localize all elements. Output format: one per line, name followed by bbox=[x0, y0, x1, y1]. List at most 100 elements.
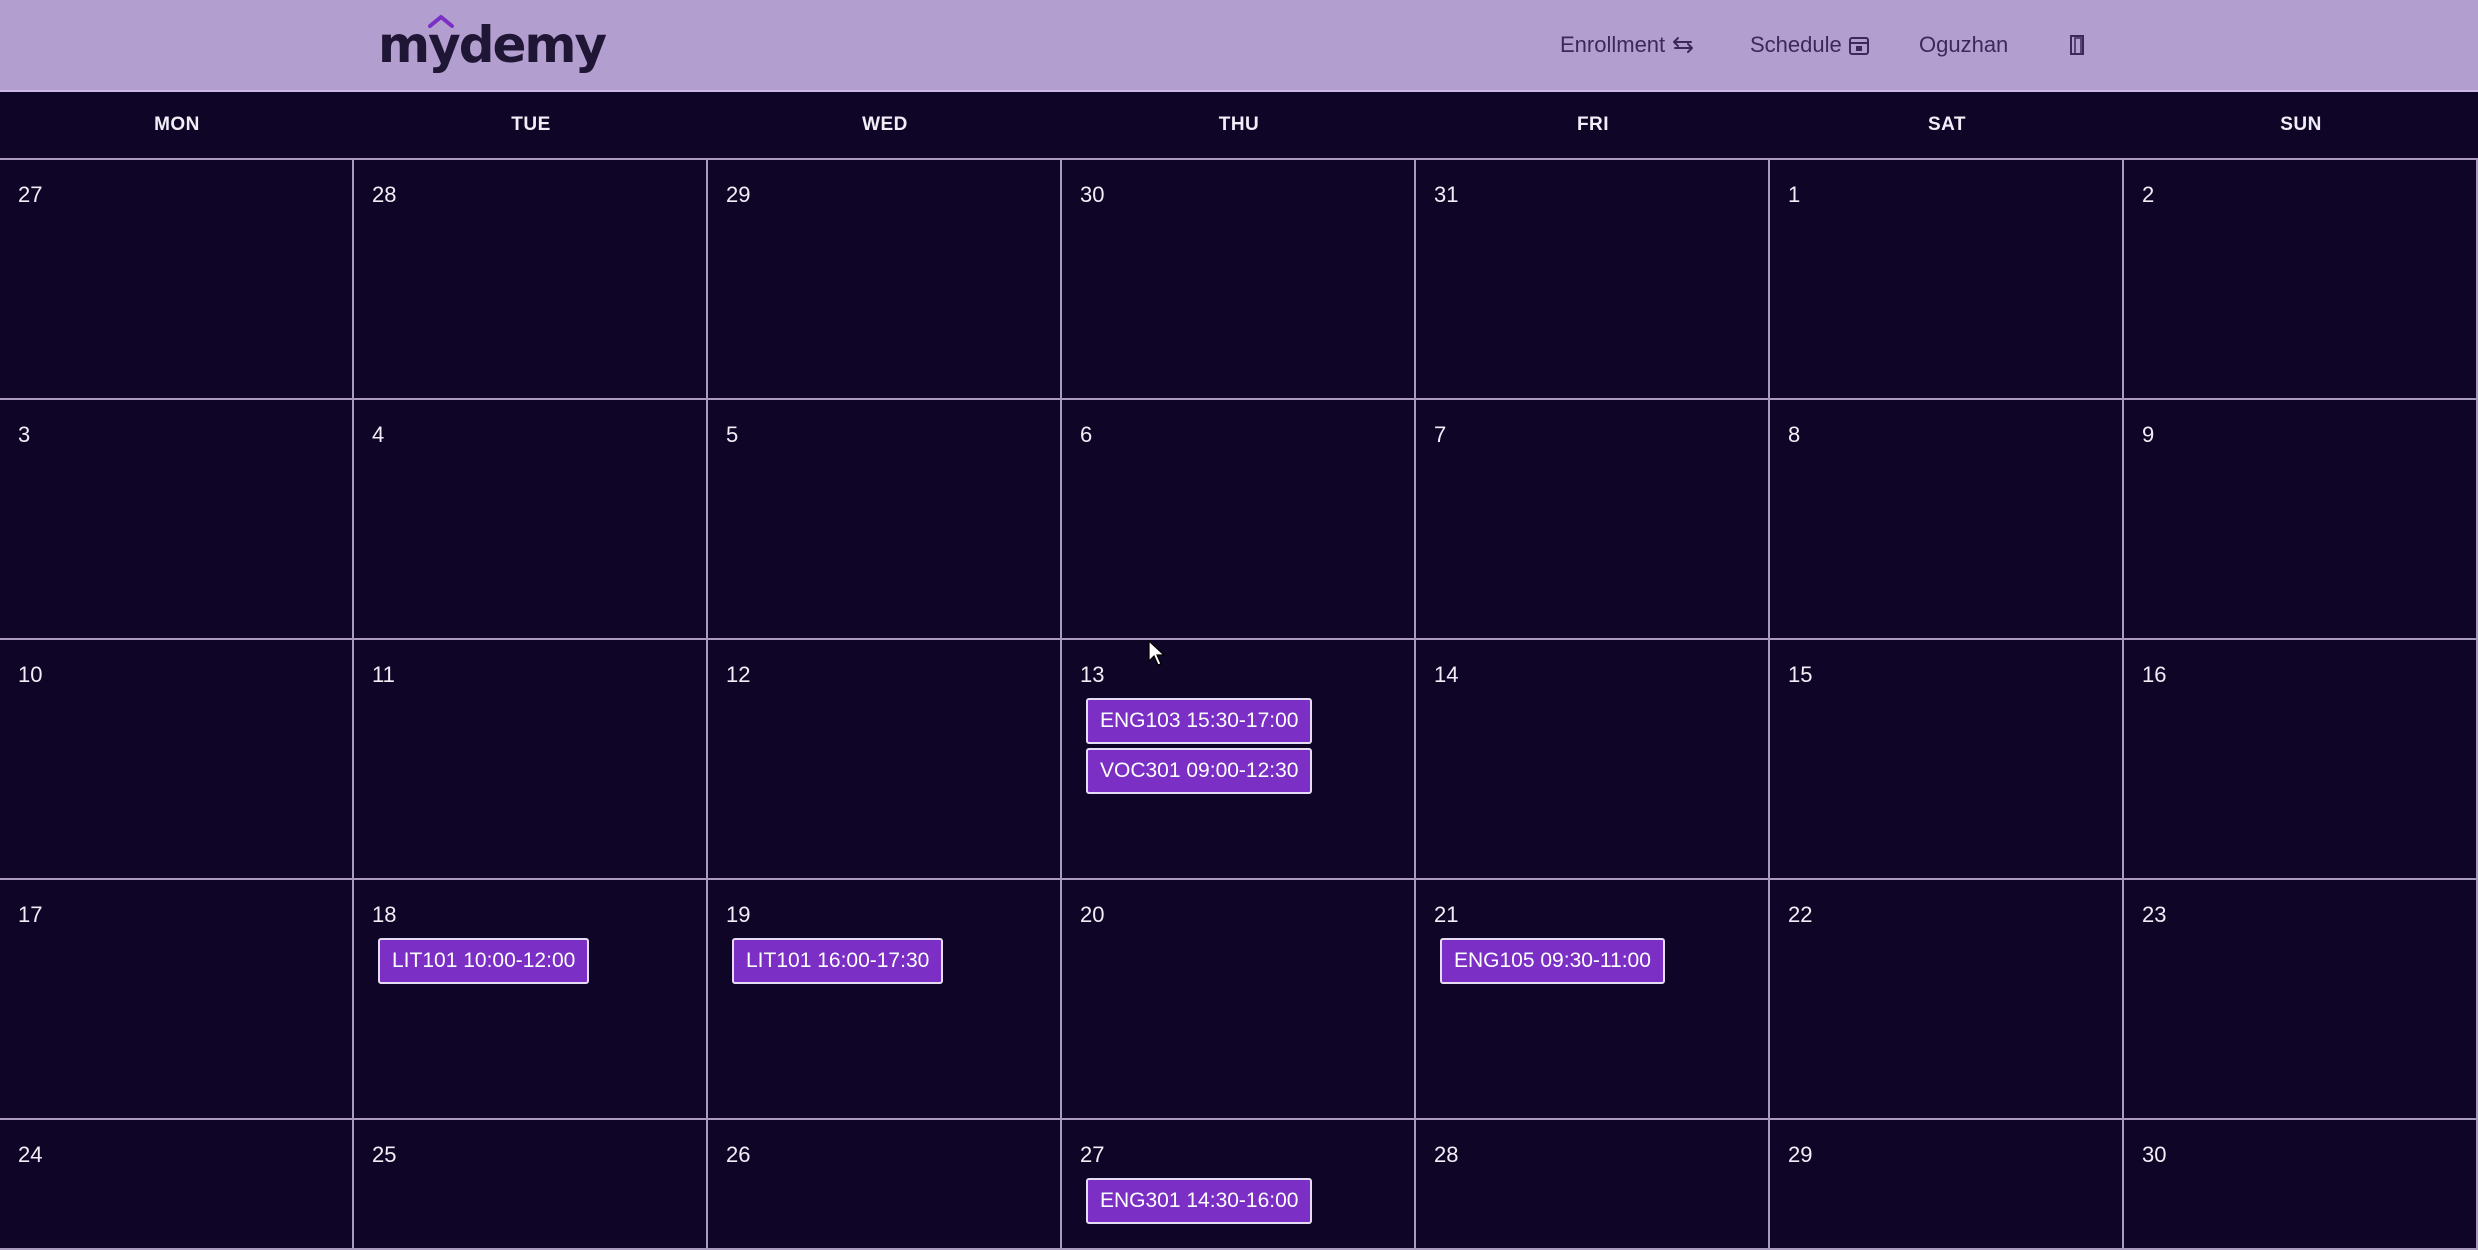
day-number: 18 bbox=[372, 902, 397, 927]
calendar-day-cell[interactable]: 6 bbox=[1062, 400, 1416, 640]
weekday-header-row: MON TUE WED THU FRI SAT SUN bbox=[0, 92, 2478, 160]
day-number: 11 bbox=[372, 662, 395, 687]
calendar-day-cell[interactable]: 8 bbox=[1770, 400, 2124, 640]
day-number: 15 bbox=[1788, 662, 1813, 687]
day-number: 26 bbox=[726, 1142, 751, 1167]
calendar-day-cell[interactable]: 27 bbox=[0, 160, 354, 400]
day-number: 6 bbox=[1080, 422, 1093, 447]
nav-enrollment-label: Enrollment bbox=[1560, 32, 1666, 57]
day-number: 27 bbox=[1080, 1142, 1105, 1167]
calendar-day-cell[interactable]: 20 bbox=[1062, 880, 1416, 1120]
calendar-day-cell[interactable]: 4 bbox=[354, 400, 708, 640]
calendar-day-cell[interactable]: 16 bbox=[2124, 640, 2478, 880]
calendar-day-cell[interactable]: 7 bbox=[1416, 400, 1770, 640]
calendar-day-cell[interactable]: 14 bbox=[1416, 640, 1770, 880]
nav-schedule-label: Schedule bbox=[1750, 32, 1842, 57]
calendar-event[interactable]: ENG105 09:30-11:00 bbox=[1440, 938, 1665, 984]
day-number: 19 bbox=[726, 902, 751, 927]
calendar-event[interactable]: LIT101 10:00-12:00 bbox=[378, 938, 590, 984]
calendar-day-cell[interactable]: 12 bbox=[708, 640, 1062, 880]
calendar-day-cell[interactable]: 10 bbox=[0, 640, 354, 880]
calendar-day-cell[interactable]: 30 bbox=[1062, 160, 1416, 400]
swap-arrows-icon bbox=[1671, 35, 1695, 55]
calendar-day-cell[interactable]: 19 LIT101 16:00-17:30 bbox=[708, 880, 1062, 1120]
weekday-header-wed: WED bbox=[862, 114, 908, 135]
day-number: 3 bbox=[18, 422, 31, 447]
day-number: 31 bbox=[1434, 182, 1459, 207]
calendar-day-cell[interactable]: 31 bbox=[1416, 160, 1770, 400]
weekday-header-tue: TUE bbox=[511, 114, 551, 135]
calendar-day-cell[interactable]: 21 ENG105 09:30-11:00 bbox=[1416, 880, 1770, 1120]
graduation-cap-icon bbox=[428, 15, 454, 28]
calendar-day-cell[interactable]: 30 bbox=[2124, 1120, 2478, 1250]
day-number: 28 bbox=[1434, 1142, 1459, 1167]
day-number: 10 bbox=[18, 662, 43, 687]
calendar-icon bbox=[1848, 34, 1870, 56]
day-number: 28 bbox=[372, 182, 397, 207]
calendar-event[interactable]: ENG103 15:30-17:00 bbox=[1086, 698, 1313, 744]
month-calendar-grid: 27 28 29 30 31 1 2 3 4 5 6 7 8 9 10 11 12 13 ENG103 15:30-… bbox=[0, 160, 2478, 1250]
calendar-day-cell[interactable]: 25 bbox=[354, 1120, 708, 1250]
day-number: 8 bbox=[1788, 422, 1801, 447]
nav-schedule-link[interactable]: Schedule bbox=[1750, 32, 1870, 58]
day-number: 12 bbox=[726, 662, 751, 687]
calendar-day-cell[interactable]: 13 ENG103 15:30-17:00 VOC301 09:00-12:30 bbox=[1062, 640, 1416, 880]
calendar-day-cell[interactable]: 28 bbox=[1416, 1120, 1770, 1250]
weekday-header-mon: MON bbox=[154, 114, 200, 135]
calendar-day-cell[interactable]: 27 ENG301 14:30-16:00 bbox=[1062, 1120, 1416, 1250]
user-name: Oguzhan bbox=[1919, 32, 2009, 57]
day-number: 29 bbox=[1788, 1142, 1813, 1167]
nav-enrollment-link[interactable]: Enrollment bbox=[1560, 32, 1695, 58]
day-number: 7 bbox=[1434, 422, 1447, 447]
day-number: 13 bbox=[1080, 662, 1105, 687]
day-number: 16 bbox=[2142, 662, 2167, 687]
calendar-day-cell[interactable]: 1 bbox=[1770, 160, 2124, 400]
weekday-header-sun: SUN bbox=[2280, 114, 2322, 135]
day-number: 27 bbox=[18, 182, 43, 207]
nav-user-link[interactable]: Oguzhan bbox=[1919, 32, 2008, 58]
calendar-day-cell[interactable]: 15 bbox=[1770, 640, 2124, 880]
day-number: 5 bbox=[726, 422, 739, 447]
day-number: 30 bbox=[2142, 1142, 2167, 1167]
day-number: 25 bbox=[372, 1142, 397, 1167]
mydemy-logo[interactable]: mydemy bbox=[378, 10, 607, 80]
calendar-day-cell[interactable]: 3 bbox=[0, 400, 354, 640]
day-number: 2 bbox=[2142, 182, 2155, 207]
day-number: 21 bbox=[1434, 902, 1459, 927]
day-number: 1 bbox=[1788, 182, 1801, 207]
calendar-day-cell[interactable]: 26 bbox=[708, 1120, 1062, 1250]
day-number: 9 bbox=[2142, 422, 2155, 447]
day-number: 30 bbox=[1080, 182, 1105, 207]
calendar-day-cell[interactable]: 11 bbox=[354, 640, 708, 880]
weekday-header-sat: SAT bbox=[1927, 114, 1967, 135]
calendar-day-cell[interactable]: 2 bbox=[2124, 160, 2478, 400]
day-number: 23 bbox=[2142, 902, 2167, 927]
calendar-event[interactable]: LIT101 16:00-17:30 bbox=[732, 938, 944, 984]
calendar-day-cell[interactable]: 18 LIT101 10:00-12:00 bbox=[354, 880, 708, 1120]
calendar-day-cell[interactable]: 9 bbox=[2124, 400, 2478, 640]
day-number: 4 bbox=[372, 422, 385, 447]
door-exit-icon bbox=[2069, 34, 2085, 56]
calendar-day-cell[interactable]: 22 bbox=[1770, 880, 2124, 1120]
calendar-day-cell[interactable]: 29 bbox=[708, 160, 1062, 400]
day-number: 29 bbox=[726, 182, 751, 207]
mouse-cursor bbox=[1148, 639, 1166, 671]
day-number: 20 bbox=[1080, 902, 1105, 927]
day-number: 22 bbox=[1788, 902, 1813, 927]
calendar-day-cell[interactable]: 24 bbox=[0, 1120, 354, 1250]
logout-button[interactable] bbox=[2063, 34, 2085, 56]
weekday-header-fri: FRI bbox=[1576, 114, 1610, 135]
calendar-event[interactable]: VOC301 09:00-12:30 bbox=[1086, 748, 1313, 794]
weekday-header-thu: THU bbox=[1218, 114, 1260, 135]
logo-text: mydemy bbox=[378, 16, 607, 74]
calendar-day-cell[interactable]: 5 bbox=[708, 400, 1062, 640]
calendar-event[interactable]: ENG301 14:30-16:00 bbox=[1086, 1178, 1313, 1224]
calendar-day-cell[interactable]: 23 bbox=[2124, 880, 2478, 1120]
day-number: 17 bbox=[18, 902, 43, 927]
calendar-day-cell[interactable]: 29 bbox=[1770, 1120, 2124, 1250]
day-number: 24 bbox=[18, 1142, 43, 1167]
calendar-day-cell[interactable]: 28 bbox=[354, 160, 708, 400]
top-navbar: mydemy Enrollment Schedule Oguzhan bbox=[0, 0, 2478, 92]
calendar-day-cell[interactable]: 17 bbox=[0, 880, 354, 1120]
day-number: 14 bbox=[1434, 662, 1459, 687]
